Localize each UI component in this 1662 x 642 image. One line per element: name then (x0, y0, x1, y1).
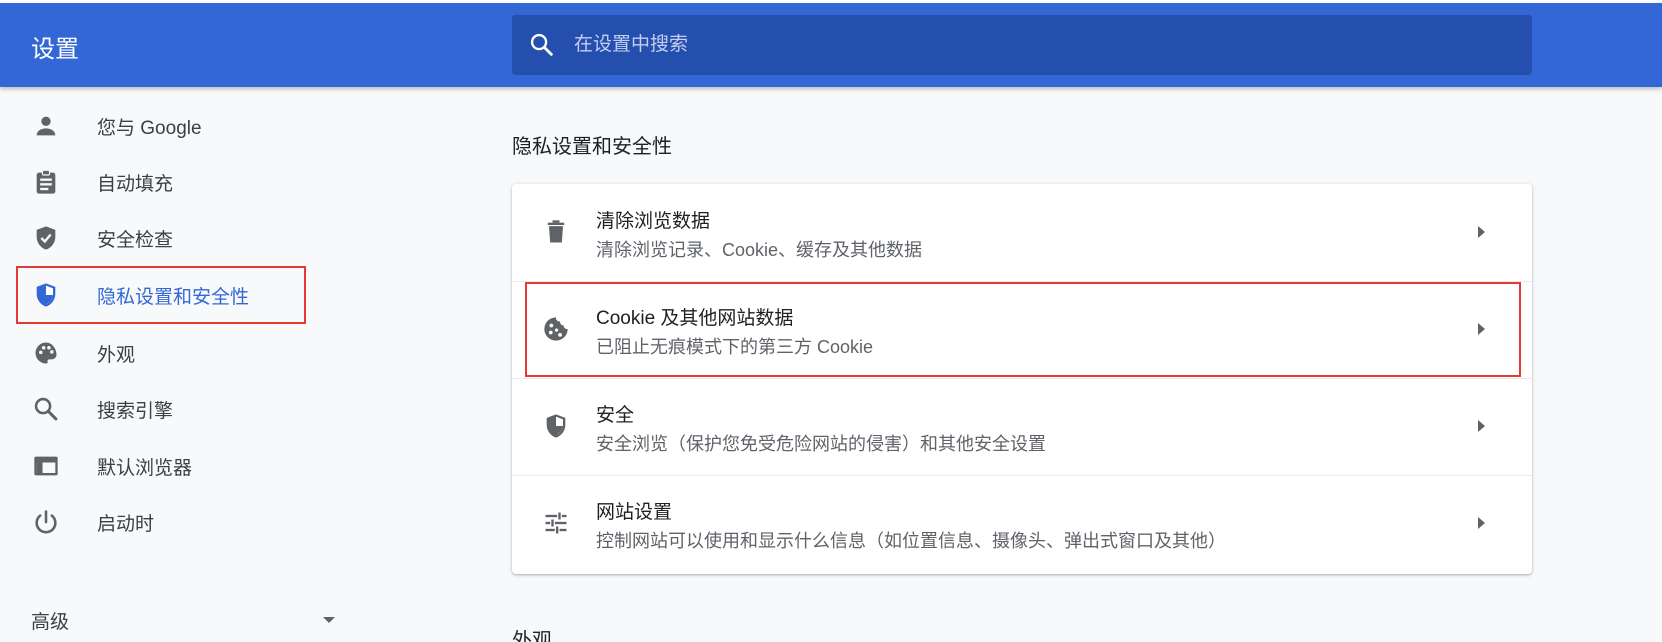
search-icon (32, 395, 60, 423)
security-shield-icon (542, 412, 570, 440)
cookie-icon (542, 315, 570, 343)
sidebar-item-on-startup[interactable]: 启动时 (18, 495, 304, 549)
privacy-settings-card: 清除浏览数据 清除浏览记录、Cookie、缓存及其他数据 Cookie 及其他网… (512, 184, 1532, 574)
row-title: 网站设置 (596, 502, 673, 523)
palette-icon (32, 339, 60, 367)
sidebar-item-default-browser[interactable]: 默认浏览器 (18, 439, 304, 493)
tune-icon (542, 509, 570, 537)
sidebar-item-label: 外观 (97, 344, 136, 366)
row-title: 清除浏览数据 (596, 211, 711, 232)
row-title: 安全 (596, 405, 635, 426)
cookies-site-data-row[interactable]: Cookie 及其他网站数据 已阻止无痕模式下的第三方 Cookie (512, 281, 1532, 378)
advanced-label: 高级 (31, 611, 70, 633)
sidebar-item-label: 自动填充 (97, 173, 174, 195)
sidebar-item-label: 搜索引擎 (97, 400, 174, 422)
sidebar-item-label: 安全检查 (97, 229, 174, 251)
chevron-right-icon (1472, 514, 1490, 532)
shield-check-icon (32, 224, 60, 252)
row-title: Cookie 及其他网站数据 (596, 308, 794, 329)
sidebar-item-label: 您与 Google (97, 117, 202, 139)
page-title: 设置 (31, 36, 79, 63)
person-icon (32, 112, 60, 140)
settings-header: 设置 (0, 3, 1662, 87)
row-subtitle: 安全浏览（保护您免受危险网站的侵害）和其他安全设置 (596, 434, 1046, 454)
sidebar-item-search-engine[interactable]: 搜索引擎 (18, 382, 304, 436)
sidebar-item-safety-check[interactable]: 安全检查 (18, 211, 304, 265)
section-title: 隐私设置和安全性 (512, 136, 672, 158)
clipboard-icon (32, 168, 60, 196)
security-row[interactable]: 安全 安全浏览（保护您免受危险网站的侵害）和其他安全设置 (512, 378, 1532, 475)
row-subtitle: 控制网站可以使用和显示什么信息（如位置信息、摄像头、弹出式窗口及其他） (596, 531, 1226, 551)
sidebar-item-you-and-google[interactable]: 您与 Google (18, 99, 304, 153)
row-subtitle: 已阻止无痕模式下的第三方 Cookie (596, 337, 874, 357)
privacy-shield-icon (32, 281, 60, 309)
sidebar-item-autofill[interactable]: 自动填充 (18, 155, 304, 209)
sidebar-item-privacy-security[interactable]: 隐私设置和安全性 (16, 266, 306, 324)
power-icon (32, 508, 60, 536)
sidebar-item-label: 启动时 (97, 513, 155, 535)
site-settings-row[interactable]: 网站设置 控制网站可以使用和显示什么信息（如位置信息、摄像头、弹出式窗口及其他） (512, 475, 1532, 572)
sidebar-item-label: 默认浏览器 (97, 457, 193, 479)
sidebar-advanced-toggle[interactable]: 高级 (31, 600, 341, 640)
chevron-right-icon (1472, 417, 1490, 435)
browser-window-icon (32, 452, 60, 480)
search-input[interactable] (574, 25, 1532, 65)
search-bar[interactable] (512, 15, 1532, 75)
caret-down-icon (321, 612, 337, 628)
chevron-right-icon (1472, 223, 1490, 241)
row-subtitle: 清除浏览记录、Cookie、缓存及其他数据 (596, 240, 923, 260)
clear-browsing-data-row[interactable]: 清除浏览数据 清除浏览记录、Cookie、缓存及其他数据 (512, 184, 1532, 281)
sidebar-item-appearance[interactable]: 外观 (18, 326, 304, 380)
appearance-section-title: 外观 (512, 630, 552, 642)
trash-icon (542, 218, 570, 246)
sidebar-item-label: 隐私设置和安全性 (97, 286, 250, 308)
search-icon (528, 31, 556, 59)
chevron-right-icon (1472, 320, 1490, 338)
